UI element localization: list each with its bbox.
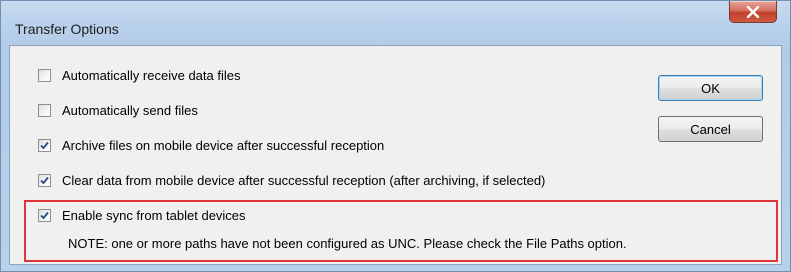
option-archive-files[interactable]: Archive files on mobile device after suc… bbox=[38, 138, 384, 153]
option-auto-send[interactable]: Automatically send files bbox=[38, 103, 198, 118]
auto-send-checkbox[interactable] bbox=[38, 104, 51, 117]
clear-data-checkbox[interactable] bbox=[38, 174, 51, 187]
option-label: Archive files on mobile device after suc… bbox=[62, 138, 385, 153]
close-icon bbox=[746, 5, 760, 18]
archive-files-checkbox[interactable] bbox=[38, 139, 51, 152]
option-enable-tablet-sync[interactable]: Enable sync from tablet devices bbox=[38, 208, 246, 223]
checkmark-icon bbox=[40, 211, 49, 220]
dialog-title: Transfer Options bbox=[15, 21, 119, 37]
checkmark-icon bbox=[40, 176, 49, 185]
option-clear-data[interactable]: Clear data from mobile device after succ… bbox=[38, 173, 545, 188]
unc-path-note: NOTE: one or more paths have not been co… bbox=[68, 236, 627, 251]
checkmark-icon bbox=[40, 141, 49, 150]
option-label: Automatically receive data files bbox=[62, 68, 241, 83]
option-label: Enable sync from tablet devices bbox=[62, 208, 246, 223]
title-bar[interactable]: Transfer Options bbox=[1, 1, 790, 45]
close-button[interactable] bbox=[729, 1, 777, 23]
transfer-options-dialog: Transfer Options Automatically receive d… bbox=[0, 0, 791, 272]
option-auto-receive[interactable]: Automatically receive data files bbox=[38, 68, 240, 83]
option-label: Automatically send files bbox=[62, 103, 198, 118]
cancel-button[interactable]: Cancel bbox=[658, 116, 763, 142]
ok-button[interactable]: OK bbox=[658, 75, 763, 101]
dialog-body: Automatically receive data files Automat… bbox=[9, 45, 782, 265]
auto-receive-checkbox[interactable] bbox=[38, 69, 51, 82]
enable-tablet-sync-checkbox[interactable] bbox=[38, 209, 51, 222]
option-label: Clear data from mobile device after succ… bbox=[62, 173, 546, 188]
